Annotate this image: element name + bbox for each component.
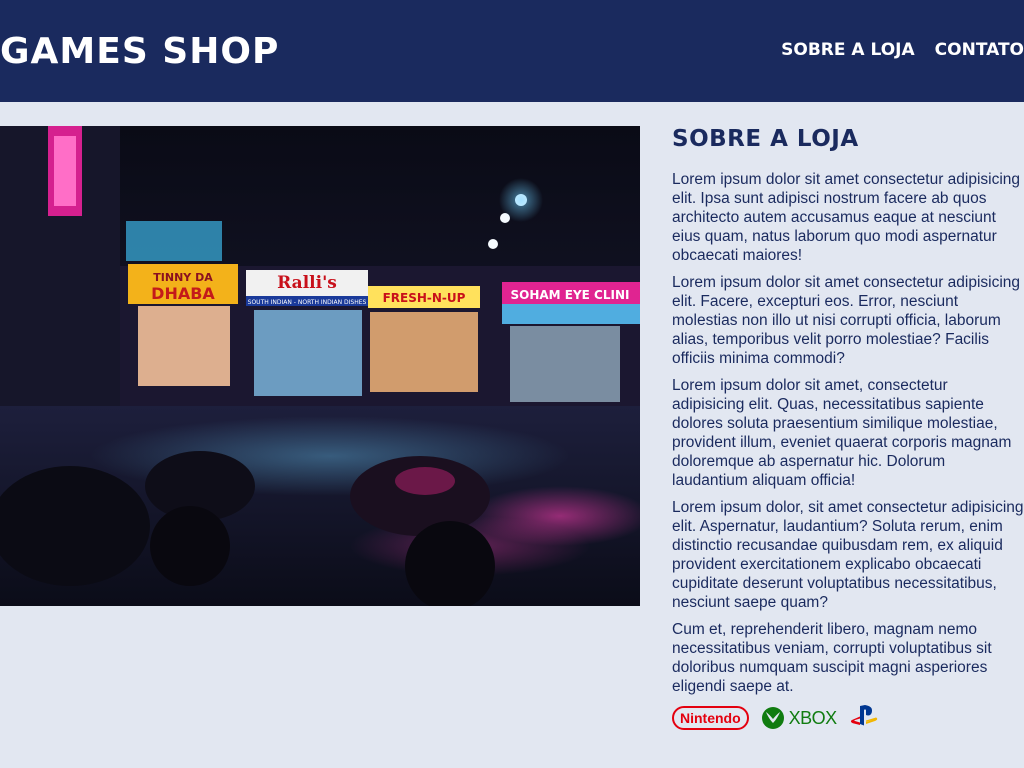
playstation-logo: [849, 704, 879, 732]
xbox-wordmark: XBOX: [788, 707, 838, 728]
night-street-illustration: TINNY DA DHABA Ralli's SOUTH INDIAN - NO…: [0, 126, 640, 606]
sign-rallis-sub: SOUTH INDIAN - NORTH INDIAN DISHES: [248, 299, 367, 306]
about-paragraph: Lorem ipsum dolor sit amet consectetur a…: [672, 171, 1021, 264]
xbox-sphere-icon: [761, 707, 784, 729]
sign-fresh-n-up: FRESH-N-UP: [383, 291, 466, 305]
site-header: GAMES SHOP SOBRE A LOJA CONTATO: [0, 0, 1024, 102]
nintendo-logo: Nintendo: [672, 706, 749, 730]
xbox-logo: XBOX: [761, 706, 837, 730]
about-paragraph: Lorem ipsum dolor, sit amet consectetur …: [672, 499, 1024, 611]
about-paragraph: Lorem ipsum dolor sit amet consectetur a…: [672, 274, 1021, 367]
playstation-icon: [850, 705, 877, 726]
sign-dhaba-top: TINNY DA: [153, 271, 213, 284]
hero-image: TINNY DA DHABA Ralli's SOUTH INDIAN - NO…: [0, 126, 640, 606]
about-section: SOBRE A LOJA Lorem ipsum dolor sit amet …: [672, 126, 1024, 732]
about-paragraph: Lorem ipsum dolor sit amet, consectetur …: [672, 377, 1012, 489]
main-nav: SOBRE A LOJA CONTATO: [781, 40, 1024, 60]
platform-logos: Nintendo XBOX: [672, 704, 1024, 732]
nav-link-sobre-a-loja[interactable]: SOBRE A LOJA: [781, 40, 915, 60]
nav-link-contato[interactable]: CONTATO: [935, 40, 1024, 60]
about-paragraph: Cum et, reprehenderit libero, magnam nem…: [672, 621, 992, 695]
sign-rallis: Ralli's: [277, 273, 337, 293]
sign-soham-eye-clinic: SOHAM EYE CLINI: [511, 288, 630, 302]
site-logo[interactable]: GAMES SHOP: [0, 31, 279, 72]
about-title: SOBRE A LOJA: [672, 126, 859, 152]
sign-dhaba: DHABA: [151, 284, 215, 303]
